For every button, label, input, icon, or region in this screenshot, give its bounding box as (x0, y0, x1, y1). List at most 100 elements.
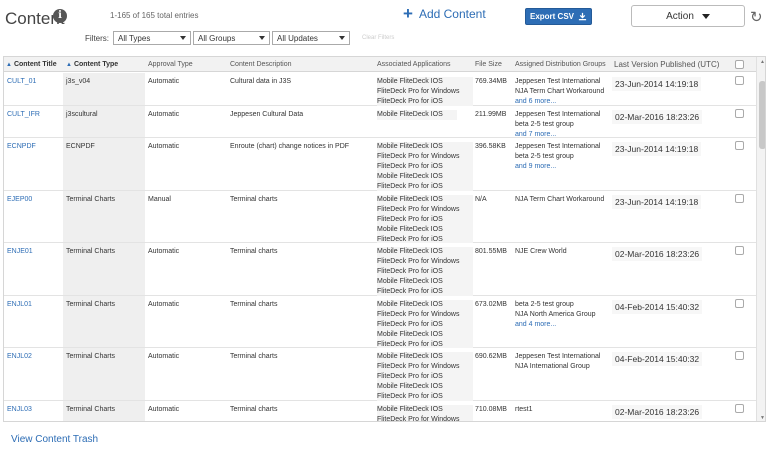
content-title-link[interactable]: CULT_01 (7, 77, 36, 87)
application-item: FliteDeck Pro for Windows (377, 206, 460, 213)
application-item: Mobile FliteDeck IOS (377, 353, 443, 360)
column-header-size[interactable]: File Size (475, 57, 502, 72)
caret-down-icon (701, 13, 710, 19)
group-item: NJA North America Group (515, 311, 596, 318)
application-item: Mobile FliteDeck IOS (377, 196, 443, 203)
file-size-cell: 396.58KB (475, 143, 506, 150)
application-item: FliteDeck Pro for iOS (377, 373, 443, 380)
table-row[interactable]: ENJL02 Terminal Charts Automatic Terminal c… (4, 348, 756, 402)
select-all-checkbox[interactable] (735, 60, 744, 69)
content-type-cell: ECNPDF (63, 138, 145, 190)
groups-cell: NJE Crew World (515, 247, 567, 257)
application-item: FliteDeck Pro for iOS (377, 268, 443, 275)
group-filter-select[interactable]: All Groups (193, 31, 270, 45)
view-content-trash-link[interactable]: View Content Trash (11, 434, 98, 445)
content-title-link[interactable]: ENJE01 (7, 247, 33, 257)
content-title-link[interactable]: ENJL03 (7, 405, 32, 415)
update-filter-value: All Updates (277, 33, 318, 43)
applications-cell: Mobile FliteDeck IOS FliteDeck Pro for Wi… (377, 195, 474, 245)
application-item: Mobile FliteDeck IOS (377, 301, 443, 308)
published-date-cell: 02-Mar-2016 18:23:26 (612, 247, 703, 261)
file-size-cell: 211.99MB (475, 111, 507, 118)
file-size-cell: N/A (475, 196, 487, 203)
column-header-groups[interactable]: Assigned Distribution Groups (515, 57, 606, 72)
application-item: Mobile FliteDeck IOS (377, 248, 443, 255)
row-select-checkbox[interactable] (735, 351, 744, 360)
vertical-scrollbar[interactable]: ▲ ▼ (756, 57, 765, 421)
content-title-link[interactable]: CULT_IFR (7, 110, 40, 120)
chevron-down-icon (339, 36, 345, 40)
group-item: rtest1 (515, 406, 533, 413)
content-title-link[interactable]: ENJL01 (7, 300, 32, 310)
add-content-label: Add Content (418, 7, 486, 21)
column-header-published[interactable]: Last Version Published (UTC) (614, 57, 719, 72)
content-type-cell: Terminal Charts (63, 348, 145, 400)
action-dropdown[interactable]: Action (631, 5, 745, 27)
group-item: Jeppesen Test International (515, 353, 601, 360)
groups-cell: Jeppesen Test International NJA Term Char… (515, 77, 604, 107)
table-row[interactable]: CULT_01 j3s_v04 Automatic Cultural data in … (4, 73, 756, 107)
column-header-apps[interactable]: Associated Applications (377, 57, 451, 72)
entries-count: 1-165 of 165 total entries (110, 11, 199, 20)
table-row[interactable]: ENJE01 Terminal Charts Automatic Terminal c… (4, 243, 756, 297)
content-type-cell: j3s_v04 (63, 73, 145, 105)
application-item: FliteDeck Pro for iOS (377, 216, 443, 223)
column-header-description[interactable]: Content Description (230, 57, 291, 72)
add-content-button[interactable]: + Add Content (403, 5, 486, 22)
page-header: Content i 1-165 of 165 total entries + A… (0, 0, 768, 56)
more-groups-link[interactable]: and 4 more... (515, 320, 596, 330)
type-filter-select[interactable]: All Types (113, 31, 191, 45)
column-header-approval[interactable]: Approval Type (148, 57, 193, 72)
filters-bar: Filters: All Types All Groups All Update… (85, 31, 394, 45)
row-select-checkbox[interactable] (735, 246, 744, 255)
approval-type-cell: Automatic (148, 353, 180, 360)
application-item: Mobile FliteDeck IOS (377, 331, 443, 338)
row-select-checkbox[interactable] (735, 404, 744, 413)
filters-label: Filters: (85, 33, 109, 43)
content-title-link[interactable]: EJEP00 (7, 195, 32, 205)
published-date-cell: 23-Jun-2014 14:19:18 (612, 195, 702, 209)
row-select-checkbox[interactable] (735, 141, 744, 150)
row-select-checkbox[interactable] (735, 194, 744, 203)
content-type-cell: Terminal Charts (63, 296, 145, 347)
table-body: CULT_01 j3s_v04 Automatic Cultural data in … (4, 73, 756, 421)
approval-type-cell: Automatic (148, 406, 180, 413)
table-row[interactable]: ENJL01 Terminal Charts Automatic Terminal c… (4, 296, 756, 350)
file-size-cell: 673.02MB (475, 301, 507, 308)
clear-filters-link[interactable]: Clear Filters (362, 35, 394, 41)
applications-cell: Mobile FliteDeck IOS FliteDeck Pro for Wi… (377, 352, 474, 402)
file-size-cell: 710.08MB (475, 406, 507, 413)
info-icon[interactable]: i (53, 9, 67, 23)
column-header-title[interactable]: ▲ Content Title (6, 57, 57, 72)
application-item: Mobile FliteDeck IOS (377, 383, 443, 390)
table-row[interactable]: ENJL03 Terminal Charts Automatic Terminal c… (4, 401, 756, 421)
content-table: ▲ Content Title ▲ Content Type Approval Ty… (3, 56, 766, 422)
more-groups-link[interactable]: and 9 more... (515, 162, 601, 172)
group-item: beta 2-5 test group (515, 301, 574, 308)
table-row[interactable]: CULT_IFR j3scultural Automatic Jeppesen Cul… (4, 106, 756, 138)
groups-cell: Jeppesen Test International beta 2-5 test… (515, 110, 601, 140)
content-title-link[interactable]: ENJL02 (7, 352, 32, 362)
export-csv-label: Export CSV (529, 12, 574, 21)
row-select-checkbox[interactable] (735, 76, 744, 85)
refresh-icon[interactable]: ↻ (750, 8, 763, 26)
table-row[interactable]: ECNPDF ECNPDF Automatic Enroute (chart) cha… (4, 138, 756, 192)
published-date-cell: 04-Feb-2014 15:40:32 (612, 352, 703, 366)
scroll-down-arrow-icon[interactable]: ▼ (757, 413, 765, 421)
scroll-thumb[interactable] (759, 81, 765, 149)
row-select-checkbox[interactable] (735, 109, 744, 118)
scroll-up-arrow-icon[interactable]: ▲ (757, 57, 765, 67)
update-filter-select[interactable]: All Updates (272, 31, 350, 45)
published-date-cell: 02-Mar-2016 18:23:26 (612, 110, 703, 124)
content-title-link[interactable]: ECNPDF (7, 142, 36, 152)
content-type-cell: Terminal Charts (63, 401, 145, 421)
row-select-checkbox[interactable] (735, 299, 744, 308)
file-size-cell: 769.34MB (475, 78, 507, 85)
approval-type-cell: Automatic (148, 301, 180, 308)
column-header-type[interactable]: ▲ Content Type (66, 57, 118, 72)
export-csv-button[interactable]: Export CSV (525, 8, 592, 25)
table-row[interactable]: EJEP00 Terminal Charts Manual Terminal char… (4, 191, 756, 245)
applications-cell: Mobile FliteDeck IOS (377, 110, 457, 120)
application-item: FliteDeck Pro for Windows (377, 363, 460, 370)
application-item: Mobile FliteDeck IOS (377, 111, 443, 118)
